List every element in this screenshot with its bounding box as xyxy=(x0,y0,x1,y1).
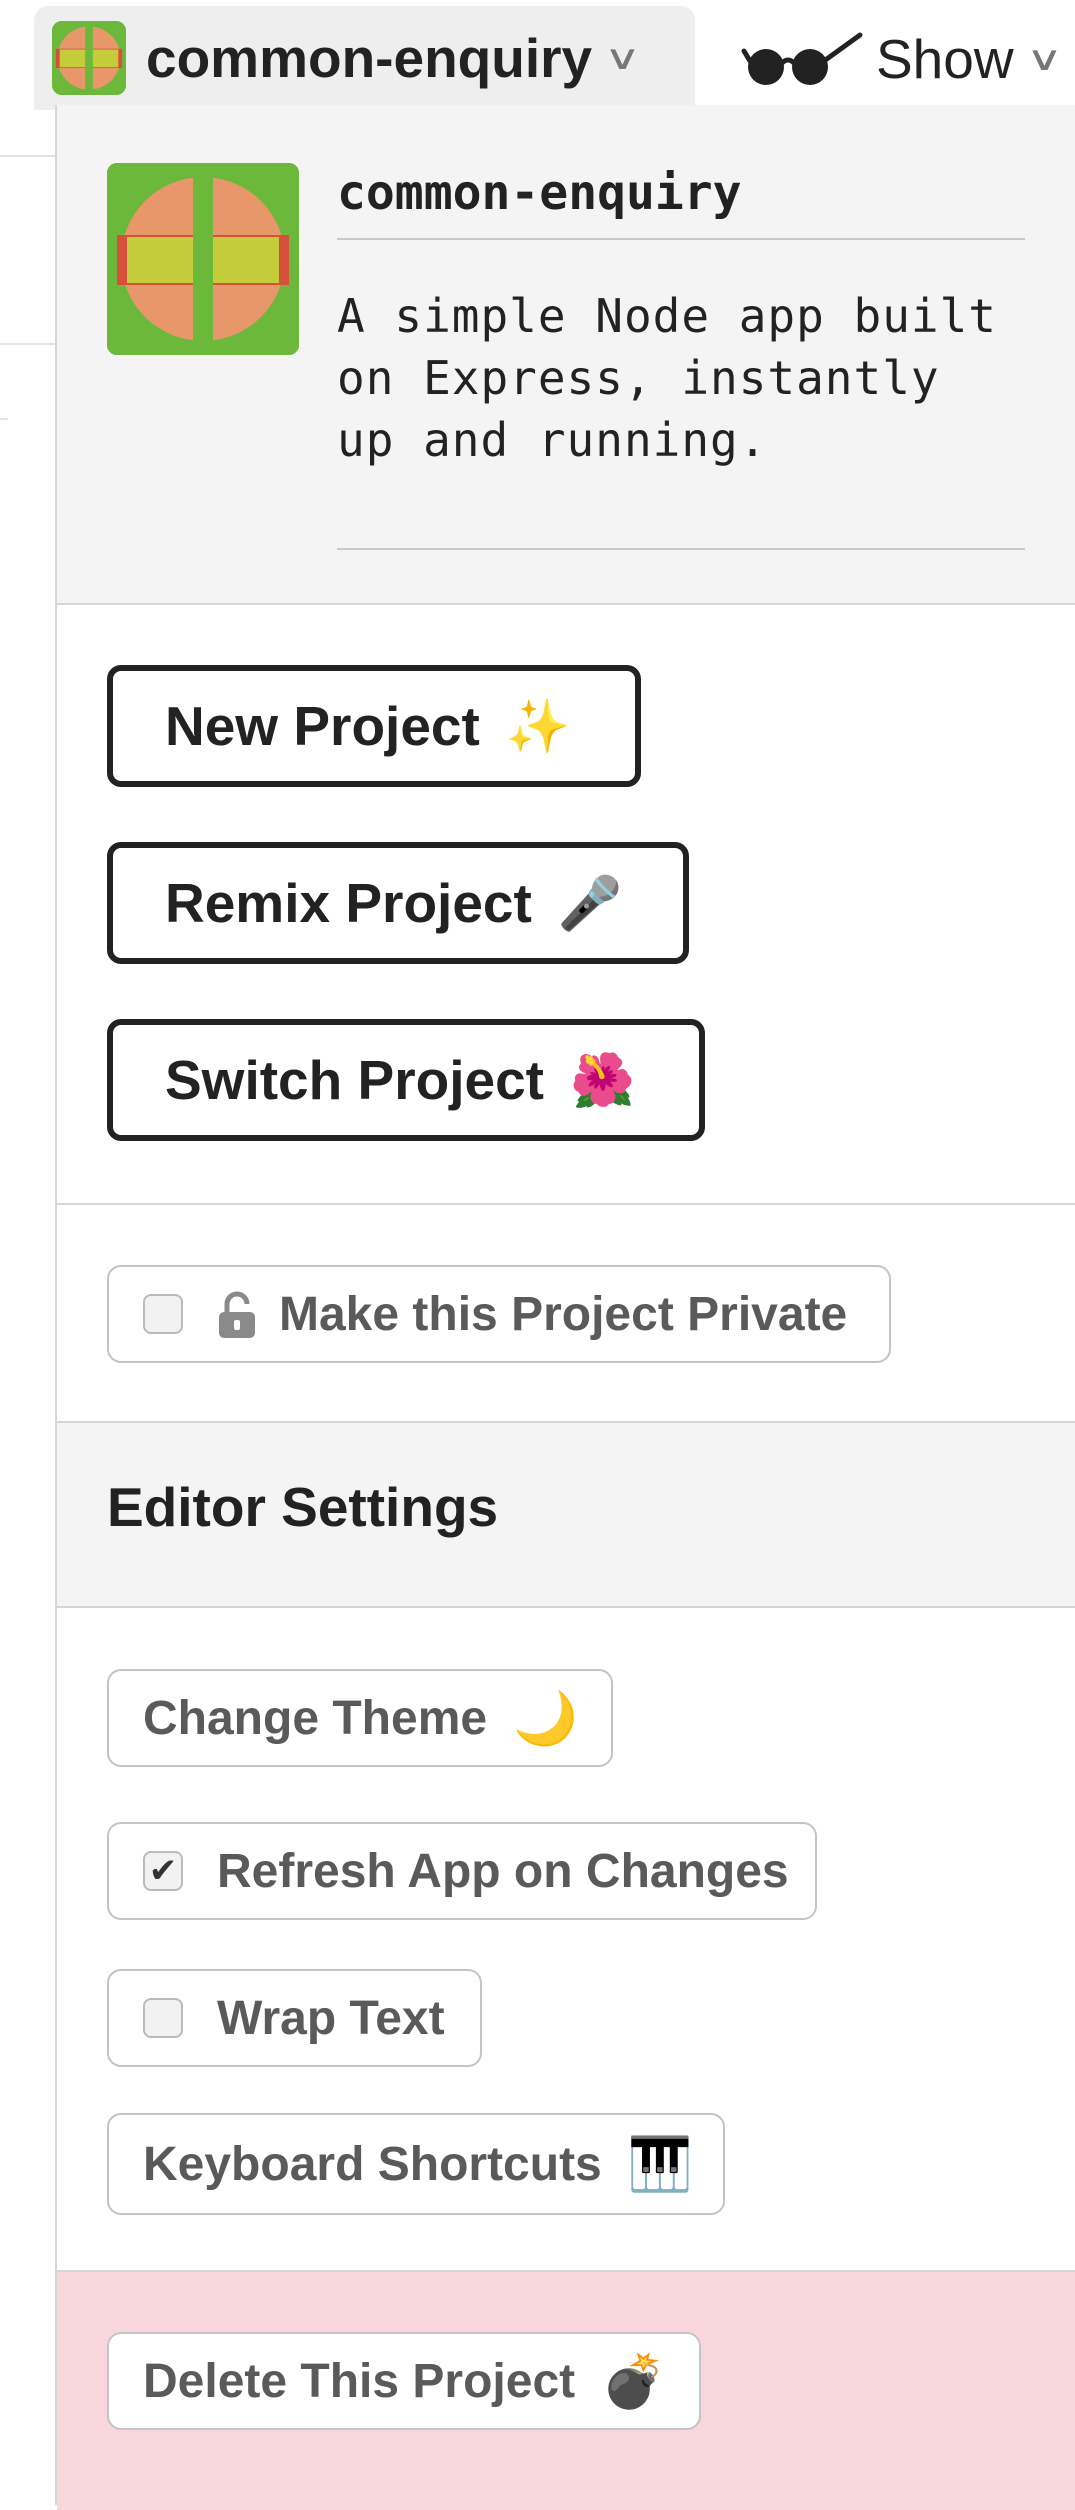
moon-icon: 🌙 xyxy=(513,1689,578,1748)
editor-settings-title: Editor Settings xyxy=(107,1476,499,1538)
project-name-label: common-enquiry xyxy=(146,27,593,89)
project-description-field[interactable]: A simple Node app built on Express, inst… xyxy=(337,285,1025,550)
switch-project-label: Switch Project xyxy=(165,1049,544,1111)
remix-project-label: Remix Project xyxy=(165,872,532,934)
delete-project-label: Delete This Project xyxy=(143,2354,576,2408)
new-project-button[interactable]: New Project ✨ xyxy=(107,665,641,787)
make-private-toggle[interactable]: Make this Project Private xyxy=(107,1265,891,1363)
divider-line xyxy=(0,343,55,345)
change-theme-label: Change Theme xyxy=(143,1691,488,1745)
switch-project-button[interactable]: Switch Project 🌺 xyxy=(107,1019,705,1141)
checkbox-icon[interactable] xyxy=(143,1294,183,1334)
chevron-down-icon: ∨ xyxy=(1025,40,1063,78)
microphone-icon: 🎤 xyxy=(557,874,623,933)
piano-icon: 🎹 xyxy=(627,2135,693,2194)
editor-settings-section: Change Theme 🌙 ✔ Refresh App on Changes … xyxy=(57,1608,1075,2270)
divider-line xyxy=(0,418,8,420)
delete-project-button[interactable]: Delete This Project 💣 xyxy=(107,2332,701,2430)
project-menu-button[interactable]: common-enquiry ∨ xyxy=(34,6,695,110)
make-private-label: Make this Project Private xyxy=(279,1287,848,1341)
show-label: Show xyxy=(876,28,1014,90)
checkbox-icon[interactable] xyxy=(143,1998,183,2038)
show-menu-button[interactable]: Show ∨ xyxy=(738,12,1063,106)
editor-settings-header: Editor Settings xyxy=(57,1423,1075,1608)
lock-icon xyxy=(219,1291,255,1338)
divider-line xyxy=(0,155,55,157)
project-popover: common-enquiry A simple Node app built o… xyxy=(55,105,1075,2510)
danger-section: Delete This Project 💣 xyxy=(57,2270,1075,2510)
sparkles-icon: ✨ xyxy=(505,697,571,756)
glasses-icon xyxy=(741,32,863,85)
top-bar: common-enquiry ∨ Show ∨ xyxy=(0,0,1075,420)
project-avatar-icon[interactable] xyxy=(107,163,299,355)
change-theme-button[interactable]: Change Theme 🌙 xyxy=(107,1669,613,1767)
refresh-app-label: Refresh App on Changes xyxy=(217,1844,789,1898)
new-project-label: New Project xyxy=(165,695,480,757)
refresh-app-toggle[interactable]: ✔ Refresh App on Changes xyxy=(107,1822,817,1920)
checkbox-checked-icon[interactable]: ✔ xyxy=(143,1851,183,1891)
privacy-section: Make this Project Private xyxy=(57,1205,1075,1423)
wrap-text-toggle[interactable]: Wrap Text xyxy=(107,1969,482,2067)
bomb-icon: 💣 xyxy=(601,2352,666,2411)
hibiscus-icon: 🌺 xyxy=(569,1051,635,1110)
project-info-section: common-enquiry A simple Node app built o… xyxy=(57,105,1075,605)
wrap-text-label: Wrap Text xyxy=(217,1991,445,2045)
keyboard-shortcuts-label: Keyboard Shortcuts xyxy=(143,2137,602,2191)
keyboard-shortcuts-button[interactable]: Keyboard Shortcuts 🎹 xyxy=(107,2113,725,2215)
remix-project-button[interactable]: Remix Project 🎤 xyxy=(107,842,689,964)
chevron-down-icon: ∨ xyxy=(603,39,642,77)
project-actions-section: New Project ✨ Remix Project 🎤 Switch Pro… xyxy=(57,605,1075,1205)
project-avatar-icon xyxy=(52,21,126,95)
project-name-field[interactable]: common-enquiry xyxy=(337,165,1025,240)
